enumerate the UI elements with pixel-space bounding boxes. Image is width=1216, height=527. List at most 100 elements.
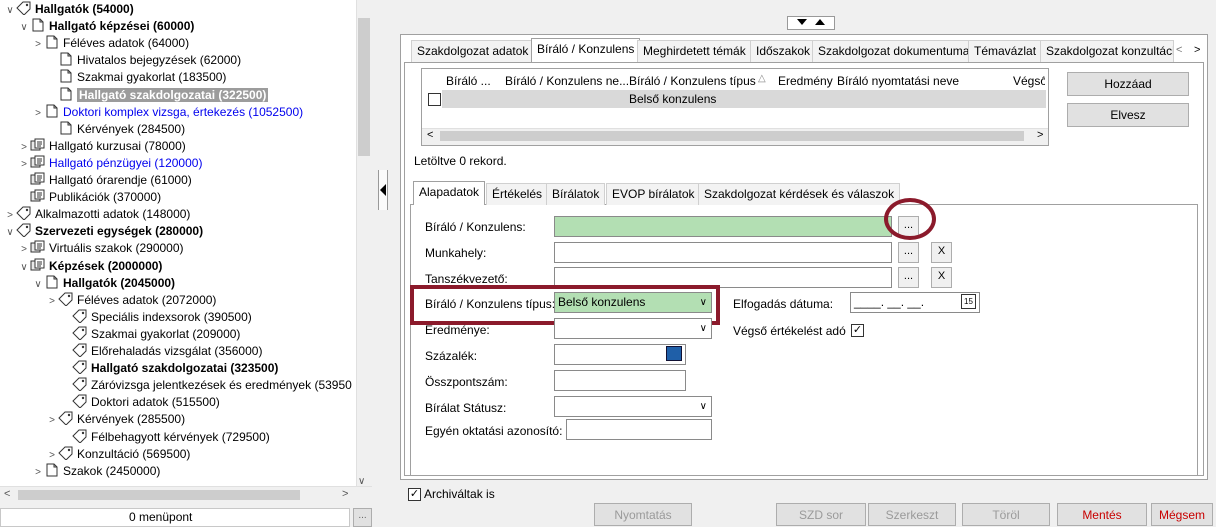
tree-item[interactable]: ∨ Hallgatók (2045000) <box>32 275 175 292</box>
tree-item[interactable]: ∨ Hallgatók (54000) <box>4 1 134 18</box>
chevron-right-icon[interactable]: > <box>46 293 58 310</box>
tree-item[interactable]: > Hallgató pénzügyei (120000) <box>18 155 202 172</box>
reviewer-field[interactable] <box>554 216 892 237</box>
row-checkbox[interactable] <box>428 93 441 106</box>
tab-thesis-documents[interactable]: Szakdolgozat dokumentumai <box>812 40 979 62</box>
print-button[interactable]: Nyomtatás <box>594 503 692 526</box>
grid-scroll-left-icon[interactable]: < <box>427 129 433 141</box>
tree-item[interactable]: > Kérvények (285500) <box>46 411 185 428</box>
tree-item[interactable]: > Féléves adatok (2072000) <box>46 292 216 309</box>
tab-basic-data[interactable]: Alapadatok <box>413 181 486 205</box>
menu-search-button[interactable]: ... <box>353 508 372 527</box>
final-eval-checkbox[interactable]: ✓ <box>851 324 864 337</box>
tab-reviewer-consultant[interactable]: Bíráló / Konzulens <box>531 38 641 62</box>
chevron-right-icon[interactable]: > <box>46 412 58 429</box>
total-field[interactable] <box>554 370 686 391</box>
chevron-down-icon[interactable]: ∨ <box>18 19 30 36</box>
dept-head-lookup-button[interactable]: ... <box>898 267 919 288</box>
tree-item[interactable]: > Doktori komplex vizsga, értekezés (1052… <box>32 104 303 121</box>
chevron-right-icon[interactable]: > <box>18 156 30 173</box>
tab-thesis-data[interactable]: Szakdolgozat adatok <box>411 40 535 62</box>
tab-periods[interactable]: Időszakok <box>750 40 817 62</box>
dept-head-clear-button[interactable]: X <box>931 267 952 288</box>
scroll-right-icon[interactable]: > <box>342 488 348 500</box>
chevron-right-icon[interactable]: > <box>32 105 44 122</box>
type-select[interactable]: Belső konzulens ∨ <box>554 292 712 313</box>
tree-item[interactable]: Előrehaladás vizsgálat (356000) <box>60 343 262 360</box>
tree-item[interactable]: Hallgató órarendje (61000) <box>18 172 192 189</box>
chevron-down-icon[interactable]: ∨ <box>4 2 16 19</box>
chevron-right-icon[interactable]: > <box>32 36 44 53</box>
tree-vertical-scroll-thumb[interactable] <box>358 18 370 156</box>
tree-item[interactable]: Publikációk (370000) <box>18 189 161 206</box>
grid-col-reviewer-type[interactable]: Bíráló / Konzulens típus <box>629 74 756 88</box>
add-button[interactable]: Hozzáad <box>1067 72 1189 96</box>
chevron-right-icon[interactable]: > <box>46 447 58 464</box>
tree-item[interactable]: Hallgató szakdolgozatai (323500) <box>60 360 278 377</box>
save-button[interactable]: Mentés <box>1057 503 1147 526</box>
workplace-field[interactable] <box>554 242 892 263</box>
workplace-lookup-button[interactable]: ... <box>898 242 919 263</box>
calculator-icon[interactable] <box>666 346 682 361</box>
archived-checkbox[interactable]: ✓ <box>408 488 421 501</box>
calendar-icon[interactable]: 15 <box>961 294 976 309</box>
tree-item[interactable]: Szakmai gyakorlat (183500) <box>46 69 226 86</box>
tag-icon <box>72 429 87 443</box>
table-row[interactable] <box>442 90 1046 108</box>
remove-button[interactable]: Elvesz <box>1067 103 1189 127</box>
tree-item[interactable]: Záróvizsga jelentkezések és eredmények (… <box>60 377 352 394</box>
chevron-down-icon[interactable]: ∨ <box>18 259 30 276</box>
tab-scroll-right-icon[interactable]: > <box>1194 44 1200 56</box>
tree-item[interactable]: Doktori adatok (515500) <box>60 394 220 411</box>
tree-item[interactable]: > Alkalmazotti adatok (148000) <box>4 206 190 223</box>
grid-col-reviewer-name[interactable]: Bíráló / Konzulens ne... <box>505 74 629 88</box>
collapse-left-panel-button[interactable] <box>378 170 388 210</box>
tree-item[interactable]: Félbehagyott kérvények (729500) <box>60 429 270 446</box>
grid-scroll-right-icon[interactable]: > <box>1037 129 1043 141</box>
tab-thesis-consultation[interactable]: Szakdolgozat konzultáci <box>1040 40 1174 62</box>
tree-item[interactable]: Hivatalos bejegyzések (62000) <box>46 52 241 69</box>
tab-evaluation[interactable]: Értékelés <box>486 183 549 205</box>
grid-col-print-name[interactable]: Bíráló nyomtatási neve <box>837 74 959 88</box>
cancel-button[interactable]: Mégsem <box>1151 503 1213 526</box>
tree-item[interactable]: ∨ Képzések (2000000) <box>18 258 162 275</box>
edit-button[interactable]: Szerkeszt <box>868 503 956 526</box>
szd-row-button[interactable]: SZD sor <box>776 503 866 526</box>
tab-announced-topics[interactable]: Meghirdetett témák <box>637 40 752 62</box>
chevron-down-icon[interactable]: ∨ <box>32 276 44 293</box>
workplace-clear-button[interactable]: X <box>931 242 952 263</box>
tree-item[interactable]: Kérvények (284500) <box>46 121 185 138</box>
chevron-right-icon[interactable]: > <box>18 139 30 156</box>
grid-col-reviewer[interactable]: Bíráló ... <box>446 74 491 88</box>
chevron-right-icon[interactable]: > <box>18 241 30 258</box>
tree-item[interactable]: > Konzultáció (569500) <box>46 446 190 463</box>
tree-item[interactable]: ∨ Hallgató képzései (60000) <box>18 18 194 35</box>
chevron-right-icon[interactable]: > <box>32 464 44 481</box>
grid-scroll-thumb[interactable] <box>440 131 1024 141</box>
tab-reviews[interactable]: Bírálatok <box>546 183 606 205</box>
grid-col-result[interactable]: Eredmény <box>778 74 833 88</box>
tree-item[interactable]: > Hallgató kurzusai (78000) <box>18 138 186 155</box>
tab-scroll-left-icon[interactable]: < <box>1176 44 1182 56</box>
collapse-toggle[interactable] <box>787 16 835 30</box>
tab-topic-outline[interactable]: Témavázlat <box>968 40 1043 62</box>
tree-item[interactable]: > Szakok (2450000) <box>32 463 160 480</box>
tree-item[interactable]: ∨ Szervezeti egységek (280000) <box>4 223 203 240</box>
tree-item[interactable]: > Virtuális szakok (290000) <box>18 240 184 257</box>
grid-col-final[interactable]: Végső é <box>1013 74 1045 88</box>
tree-horizontal-scroll-thumb[interactable] <box>18 490 300 500</box>
tree-item[interactable]: Hallgató szakdolgozatai (322500) <box>46 87 269 104</box>
chevron-down-icon[interactable]: ∨ <box>4 224 16 241</box>
scroll-left-icon[interactable]: < <box>4 488 10 500</box>
tree-item[interactable]: Szakmai gyakorlat (209000) <box>60 326 240 343</box>
tree-item[interactable]: > Féléves adatok (64000) <box>32 35 189 52</box>
tab-evop-reviews[interactable]: EVOP bírálatok <box>606 183 701 205</box>
tree-item[interactable]: Speciális indexsorok (390500) <box>60 309 252 326</box>
tab-thesis-qa[interactable]: Szakdolgozat kérdések és válaszok <box>698 183 901 205</box>
delete-button[interactable]: Töröl <box>962 503 1050 526</box>
panel-splitter[interactable] <box>374 0 388 527</box>
edu-id-field[interactable] <box>566 419 712 440</box>
chevron-right-icon[interactable]: > <box>4 207 16 224</box>
result-select[interactable]: ∨ <box>554 318 712 339</box>
review-status-select[interactable]: ∨ <box>554 396 712 417</box>
